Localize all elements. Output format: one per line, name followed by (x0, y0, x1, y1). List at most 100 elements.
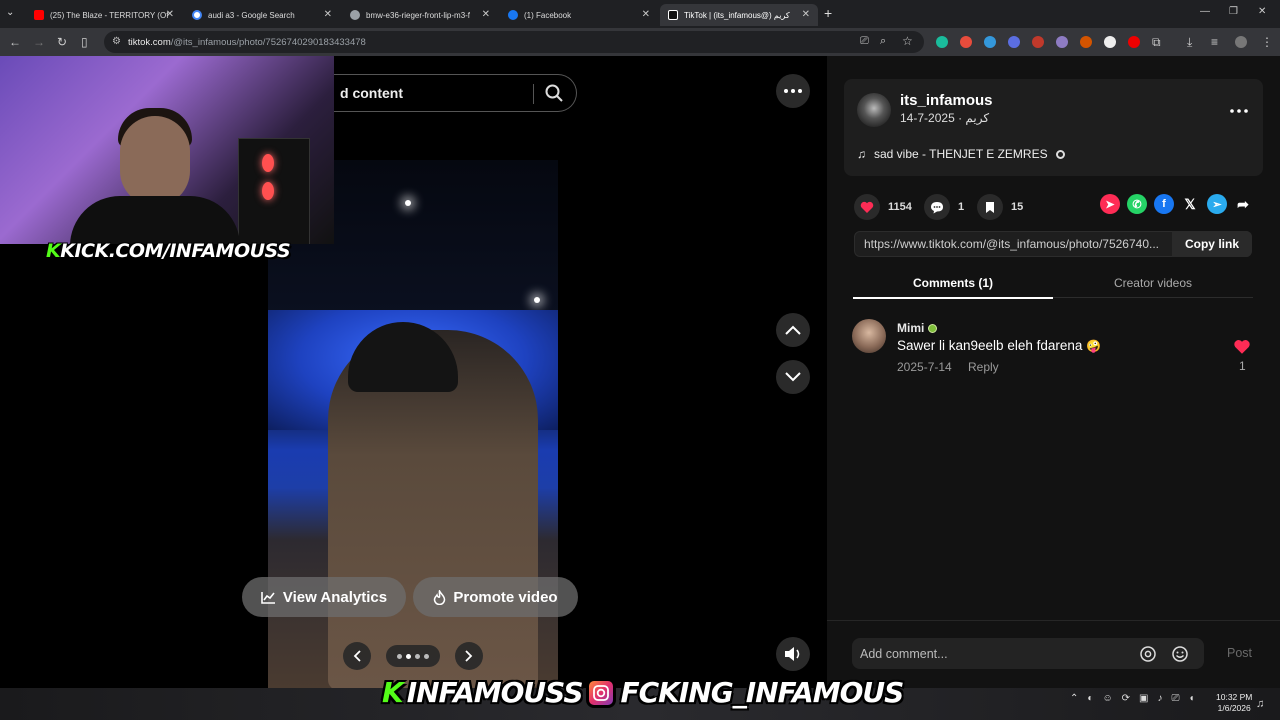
network-icon[interactable]: ⎚ (1172, 693, 1180, 704)
telegram-icon[interactable]: ➢ (1207, 194, 1227, 214)
post-comment-button[interactable]: Post (1227, 646, 1252, 660)
dot (424, 653, 429, 659)
menu-kebab-icon[interactable]: ⋮ (1261, 35, 1273, 49)
extension-icon[interactable] (1128, 36, 1140, 48)
speaker-icon[interactable]: ◖ (1189, 693, 1195, 704)
tray-sync-icon[interactable]: ⟳ (1122, 693, 1130, 704)
mention-icon[interactable] (1140, 646, 1156, 662)
extension-icon[interactable] (1032, 36, 1044, 48)
previous-photo-button[interactable] (343, 642, 371, 670)
more-share-icon[interactable]: ➦ (1233, 194, 1253, 214)
tab-bmw-lip[interactable]: bmw-e36-rieger-front-lip-m3-f ✕ (342, 4, 498, 26)
promote-video-button[interactable]: Promote video (413, 577, 578, 617)
save-stat[interactable]: 15 (977, 194, 1023, 220)
extension-icon[interactable] (1104, 36, 1116, 48)
microphone-icon[interactable]: ♪ (1158, 693, 1163, 704)
comment-stat[interactable]: 1 (924, 194, 964, 220)
next-post-button[interactable] (776, 360, 810, 394)
close-icon[interactable]: ✕ (324, 9, 332, 20)
copy-link-button[interactable]: Copy link (1172, 231, 1252, 257)
like-stat[interactable]: 1154 (854, 194, 912, 220)
tab-creator-videos[interactable]: Creator videos (1053, 276, 1253, 290)
profile-avatar[interactable] (1235, 36, 1247, 48)
emoji-icon[interactable] (1172, 646, 1188, 662)
tray-app-icon[interactable]: ▣ (1139, 693, 1148, 704)
restore-icon[interactable]: ❐ (1229, 6, 1238, 17)
comment-like-button[interactable] (1233, 339, 1251, 360)
tray-expand-icon[interactable]: ⌃ (1070, 693, 1078, 704)
tab-title: (1) Facebook (524, 10, 572, 20)
author-username[interactable]: its_infamous (900, 92, 993, 109)
discord-icon[interactable]: ☺ (1102, 693, 1112, 704)
author-avatar[interactable] (857, 93, 891, 127)
reply-button[interactable]: Reply (968, 360, 999, 374)
taskbar-clock[interactable]: 10:32 PM 1/6/2026 (1216, 692, 1252, 714)
more-options-button[interactable] (776, 74, 810, 108)
facebook-share-icon[interactable]: f (1154, 194, 1174, 214)
view-analytics-button[interactable]: View Analytics (242, 577, 406, 617)
zoom-icon[interactable]: ⌕ (880, 35, 886, 48)
extension-icon[interactable] (960, 36, 972, 48)
close-icon[interactable]: ✕ (166, 9, 174, 20)
notification-bell-icon[interactable]: ♫ (1256, 698, 1264, 710)
author-subline: كريم · 2025-7-14 (900, 111, 990, 125)
save-button[interactable] (977, 194, 1003, 220)
tab-tiktok[interactable]: TikTok | (its_infamous@) كريم ✕ (660, 4, 818, 26)
commenter-name[interactable]: Mimi (897, 321, 938, 335)
reading-list-icon[interactable]: ≡ (1211, 35, 1218, 49)
extension-icon[interactable] (1056, 36, 1068, 48)
previous-post-button[interactable] (776, 313, 810, 347)
tab-title: TikTok | (its_infamous@) كريم (684, 10, 790, 20)
tab-title: audi a3 - Google Search (208, 10, 295, 20)
reload-icon[interactable]: ↻ (57, 35, 67, 49)
next-photo-button[interactable] (455, 642, 483, 670)
analytics-icon (261, 591, 275, 604)
extension-icon[interactable] (1080, 36, 1092, 48)
comment-button[interactable] (924, 194, 950, 220)
split-view-icon[interactable]: ▯ (81, 35, 88, 49)
url-bar[interactable]: ⚙ tiktok.com/@its_infamous/photo/7526740… (104, 31, 924, 53)
search-icon[interactable] (544, 83, 564, 103)
forward-icon[interactable]: → (33, 35, 45, 49)
add-comment-input[interactable]: Add comment... (852, 638, 1204, 669)
tab-google-search[interactable]: audi a3 - Google Search ✕ (184, 4, 340, 26)
commenter-avatar[interactable] (852, 319, 886, 353)
x-share-icon[interactable]: 𝕏 (1180, 194, 1200, 214)
whatsapp-icon[interactable]: ✆ (1127, 194, 1147, 214)
kick-channel-text: KICK.COM/INFAMOUSS (60, 240, 291, 262)
star-icon[interactable]: ☆ (902, 34, 913, 48)
tab-comments[interactable]: Comments (1) (853, 276, 1053, 290)
new-tab-button[interactable]: + (824, 5, 832, 21)
tab-facebook[interactable]: (1) Facebook ✕ (500, 4, 658, 26)
post-date: 2025-7-14 (900, 111, 955, 125)
chevron-left-icon (353, 650, 361, 662)
tray-app-icon[interactable]: ◐ (1087, 693, 1093, 704)
tab-youtube[interactable]: (25) The Blaze - TERRITORY (Of ✕ (26, 4, 182, 26)
extension-icon[interactable] (936, 36, 948, 48)
cast-icon[interactable]: ⎚ (860, 35, 869, 48)
facebook-icon (508, 10, 518, 20)
minimize-icon[interactable]: — (1200, 6, 1210, 17)
close-icon[interactable]: ✕ (642, 9, 650, 20)
extension-icon[interactable] (1008, 36, 1020, 48)
extensions-puzzle-icon[interactable]: ⧉ (1152, 35, 1161, 50)
share-send-icon[interactable]: ➤ (1100, 194, 1120, 214)
search-bar[interactable]: d content (334, 74, 577, 112)
clock-date: 1/6/2026 (1217, 703, 1251, 713)
download-icon[interactable]: ⤓ (1187, 35, 1192, 50)
save-count: 15 (1011, 201, 1024, 213)
volume-icon (785, 647, 800, 661)
volume-button[interactable] (776, 637, 810, 671)
close-icon[interactable]: ✕ (801, 9, 810, 20)
music-link[interactable]: ♫ sad vibe - THENJET E ZEMRES (857, 147, 1065, 161)
close-icon[interactable]: ✕ (481, 9, 490, 20)
tab-search-dropdown[interactable]: ⌄ (6, 7, 14, 18)
like-button[interactable] (854, 194, 880, 220)
close-window-icon[interactable]: ✕ (1258, 6, 1266, 17)
site-info-icon[interactable]: ⚙ (112, 36, 121, 47)
back-icon[interactable]: ← (9, 35, 21, 49)
url-path: /@its_infamous/photo/7526740290183433478 (170, 36, 366, 48)
extension-icon[interactable] (984, 36, 996, 48)
author-more-button[interactable] (1230, 100, 1248, 118)
post-link-text: https://www.tiktok.com/@its_infamous/pho… (864, 237, 1159, 251)
